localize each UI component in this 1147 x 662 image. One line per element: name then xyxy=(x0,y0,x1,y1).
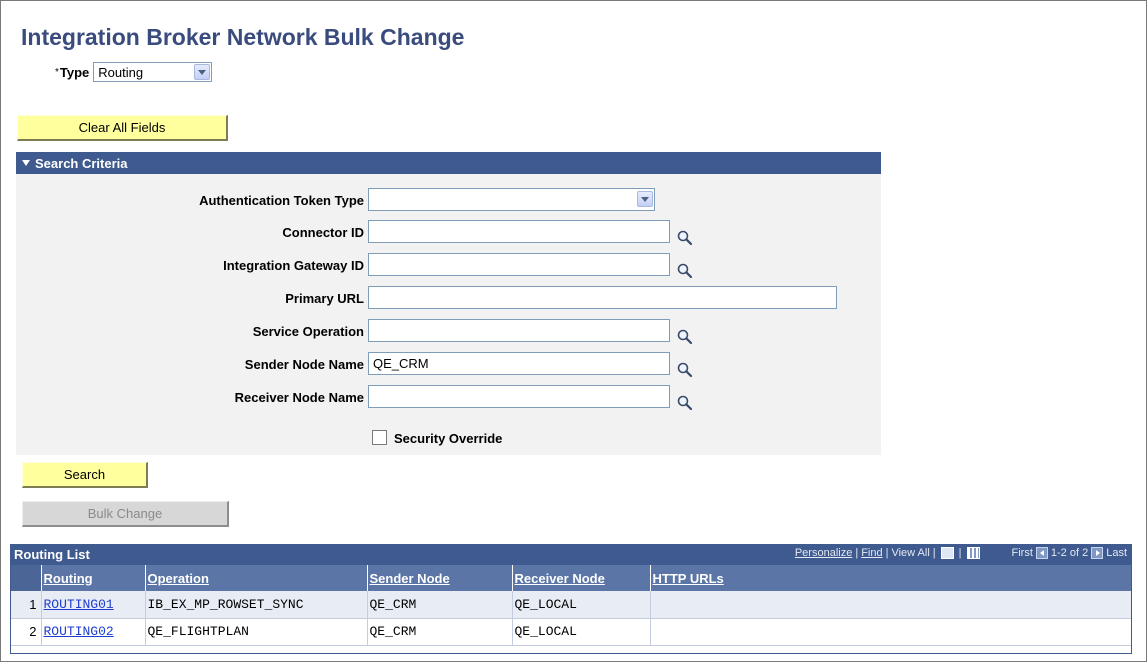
routing-list-table: Routing Operation Sender Node Receiver N… xyxy=(10,565,1132,646)
gateway-id-label: Integration Gateway ID xyxy=(223,258,364,273)
first-label: First xyxy=(1011,547,1033,559)
previous-arrow-icon xyxy=(1035,547,1048,559)
collapse-triangle-icon[interactable] xyxy=(22,160,30,166)
type-label: Type xyxy=(59,64,90,80)
search-criteria-header[interactable]: Search Criteria xyxy=(16,152,881,174)
receiver-node-cell: QE_LOCAL xyxy=(512,618,651,646)
gateway-id-input[interactable] xyxy=(368,253,670,276)
search-criteria-panel xyxy=(16,174,881,455)
personalize-link[interactable]: Personalize xyxy=(795,547,852,559)
next-arrow-icon xyxy=(1091,547,1104,559)
sender-node-label: Sender Node Name xyxy=(244,357,364,372)
service-operation-label: Service Operation xyxy=(252,324,364,339)
receiver-node-label: Receiver Node Name xyxy=(234,390,364,405)
column-header-operation[interactable]: Operation xyxy=(145,565,368,591)
lookup-icon[interactable] xyxy=(676,229,694,247)
type-select-value: Routing xyxy=(98,64,144,80)
page-title: Integration Broker Network Bulk Change xyxy=(21,24,465,50)
search-criteria-title: Search Criteria xyxy=(35,155,128,171)
sender-node-cell: QE_CRM xyxy=(367,618,513,646)
table-row: 2 ROUTING02 QE_FLIGHTPLAN QE_CRM QE_LOCA… xyxy=(10,618,1132,646)
download-icon[interactable] xyxy=(940,547,954,559)
operation-cell: IB_EX_MP_ROWSET_SYNC xyxy=(145,591,368,619)
table-row: 1 ROUTING01 IB_EX_MP_ROWSET_SYNC QE_CRM … xyxy=(10,591,1132,619)
search-button[interactable]: Search xyxy=(22,462,148,488)
service-operation-input[interactable] xyxy=(368,319,670,342)
routing-list-title: Routing List xyxy=(14,547,90,562)
connector-id-label: Connector ID xyxy=(282,225,364,240)
clear-all-fields-button[interactable]: Clear All Fields xyxy=(17,115,228,141)
lookup-icon[interactable] xyxy=(676,394,694,412)
lookup-icon[interactable] xyxy=(676,262,694,280)
view-all-link[interactable]: View All xyxy=(891,547,929,559)
sender-node-input[interactable]: QE_CRM xyxy=(368,352,670,375)
routing-list-header: Routing List Personalize | Find | View A… xyxy=(10,544,1132,565)
auth-token-type-label: Authentication Token Type xyxy=(199,193,364,208)
grid-navigation: Personalize | Find | View All | | First … xyxy=(794,547,1127,559)
connector-id-input[interactable] xyxy=(368,220,670,243)
receiver-node-cell: QE_LOCAL xyxy=(512,591,651,619)
find-link[interactable]: Find xyxy=(861,547,882,559)
row-number: 2 xyxy=(10,618,42,646)
lookup-icon[interactable] xyxy=(676,361,694,379)
row-number: 1 xyxy=(10,591,42,619)
security-override-label: Security Override xyxy=(394,431,503,446)
auth-token-type-select[interactable] xyxy=(368,188,655,211)
routing-link[interactable]: ROUTING01 xyxy=(44,597,114,612)
column-header-sender-node[interactable]: Sender Node xyxy=(367,565,513,591)
last-label: Last xyxy=(1106,547,1127,559)
http-urls-cell xyxy=(650,618,1132,646)
http-urls-cell xyxy=(650,591,1132,619)
security-override-checkbox[interactable] xyxy=(372,430,387,445)
row-range: 1-2 of 2 xyxy=(1050,547,1089,559)
type-select[interactable]: Routing xyxy=(93,62,213,82)
column-header-receiver-node[interactable]: Receiver Node xyxy=(512,565,651,591)
routing-link[interactable]: ROUTING02 xyxy=(44,624,114,639)
bulk-change-button: Bulk Change xyxy=(22,501,229,527)
sender-node-cell: QE_CRM xyxy=(367,591,513,619)
type-row: * Type Routing xyxy=(55,62,213,82)
column-header-routing[interactable]: Routing xyxy=(41,565,146,591)
lookup-icon[interactable] xyxy=(676,328,694,346)
primary-url-label: Primary URL xyxy=(285,291,364,306)
operation-cell: QE_FLIGHTPLAN xyxy=(145,618,368,646)
receiver-node-input[interactable] xyxy=(368,385,670,408)
row-number-header xyxy=(10,565,42,591)
chevron-down-icon[interactable] xyxy=(194,64,211,80)
chevron-down-icon[interactable] xyxy=(637,191,653,207)
spreadsheet-icon[interactable] xyxy=(966,547,980,559)
required-marker: * xyxy=(55,66,59,78)
column-header-http-urls[interactable]: HTTP URLs xyxy=(650,565,1132,591)
primary-url-input[interactable] xyxy=(368,286,837,309)
